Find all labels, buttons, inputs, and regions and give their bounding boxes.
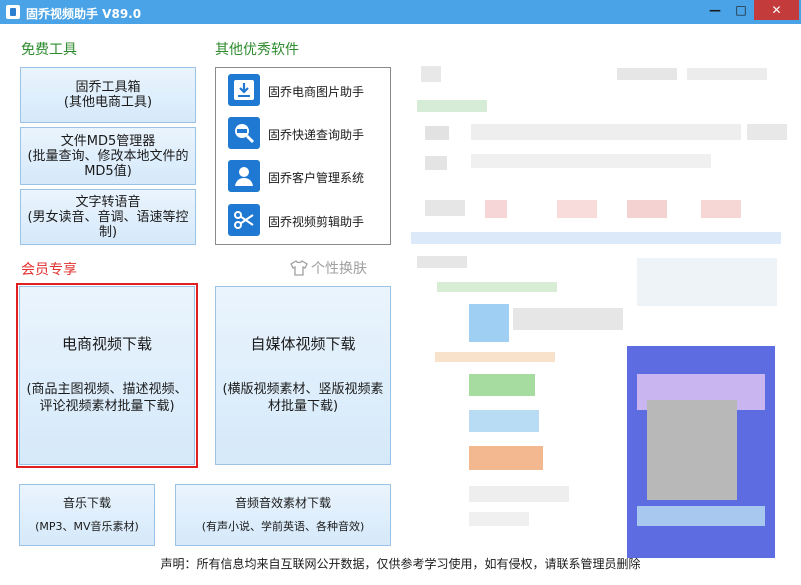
toolbox-button[interactable]: 固乔工具箱 (其他电商工具)	[20, 67, 196, 123]
customer-system-link[interactable]: 固乔客户管理系统	[228, 160, 388, 192]
other-software-panel: 固乔电商图片助手 固乔快递查询助手 固乔客户管理系统 固乔视频剪辑助手	[215, 67, 391, 245]
express-helper-link[interactable]: 固乔快递查询助手	[228, 117, 388, 149]
link-label: 固乔快递查询助手	[268, 128, 365, 142]
skin-label: 个性换肤	[311, 261, 367, 277]
button-sublabel: (其他电商工具)	[63, 95, 153, 110]
vip-heading: 会员专享	[21, 262, 77, 278]
customer-icon	[228, 160, 260, 192]
minimize-button[interactable]: —	[702, 0, 728, 20]
skin-switch[interactable]: 个性换肤	[290, 258, 367, 278]
button-sublabel: (有声小说、学前英语、各种音效)	[201, 520, 365, 533]
window-title: 固乔视频助手 V89.0	[26, 7, 142, 21]
shirt-icon	[290, 260, 308, 276]
app-icon	[6, 5, 20, 19]
button-label: 音乐下载	[62, 496, 111, 510]
link-label: 固乔视频剪辑助手	[268, 215, 365, 229]
button-sublabel: (批量查询、修改本地文件的MD5值)	[27, 148, 189, 179]
blurred-preview	[407, 50, 801, 558]
button-sublabel: (商品主图视频、描述视频、评论视频素材批量下载)	[26, 382, 188, 414]
md5-manager-button[interactable]: 文件MD5管理器 (批量查询、修改本地文件的MD5值)	[20, 127, 196, 185]
scissors-icon	[228, 204, 260, 236]
audio-effects-download-button[interactable]: 音频音效素材下载 (有声小说、学前英语、各种音效)	[175, 484, 391, 546]
button-label: 文件MD5管理器	[60, 133, 156, 149]
music-download-button[interactable]: 音乐下载 (MP3、MV音乐素材)	[19, 484, 155, 546]
disclaimer: 声明：所有信息均来自互联网公开数据，仅供参考学习使用，如有侵权，请联系管理员删除	[160, 557, 641, 571]
button-label: 音频音效素材下载	[234, 496, 331, 510]
title-bar: 固乔视频助手 V89.0 — □ ✕	[0, 0, 801, 24]
image-helper-link[interactable]: 固乔电商图片助手	[228, 74, 388, 106]
download-icon	[228, 74, 260, 106]
button-label: 固乔工具箱	[75, 80, 141, 95]
other-software-heading: 其他优秀软件	[215, 42, 299, 58]
link-label: 固乔电商图片助手	[268, 85, 365, 99]
close-button[interactable]: ✕	[754, 0, 799, 20]
link-label: 固乔客户管理系统	[268, 171, 365, 185]
button-label: 自媒体视频下载	[250, 335, 356, 353]
video-editor-link[interactable]: 固乔视频剪辑助手	[228, 204, 388, 236]
button-sublabel: (男女读音、音调、语速等控制)	[27, 209, 189, 240]
media-video-download-button[interactable]: 自媒体视频下载 (横版视频素材、竖版视频素材批量下载)	[215, 286, 391, 465]
free-tools-heading: 免费工具	[21, 42, 77, 58]
button-label: 文字转语音	[75, 194, 141, 210]
text-to-speech-button[interactable]: 文字转语音 (男女读音、音调、语速等控制)	[20, 189, 196, 245]
button-sublabel: (横版视频素材、竖版视频素材批量下载)	[222, 382, 384, 414]
button-label: 电商视频下载	[61, 335, 152, 353]
ecommerce-video-download-button[interactable]: 电商视频下载 (商品主图视频、描述视频、评论视频素材批量下载)	[16, 283, 198, 468]
express-search-icon	[228, 117, 260, 149]
main-area: 免费工具 固乔工具箱 (其他电商工具) 文件MD5管理器 (批量查询、修改本地文…	[0, 24, 801, 585]
maximize-button[interactable]: □	[728, 0, 754, 20]
button-sublabel: (MP3、MV音乐素材)	[35, 520, 139, 533]
